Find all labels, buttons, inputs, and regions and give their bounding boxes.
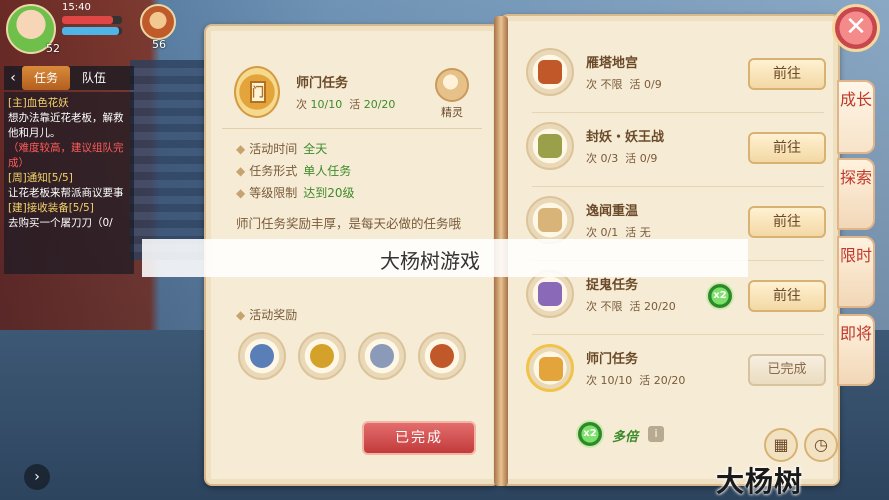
reward-item[interactable]	[238, 332, 286, 380]
treasure-bag-icon	[430, 344, 454, 368]
x2-badge-icon: x2	[576, 420, 604, 448]
status-time: 15:40	[62, 2, 91, 13]
activity-meta: 次 不限 活 20/20	[586, 300, 676, 313]
spirit-icon	[435, 68, 469, 102]
multiplier-label: 多倍	[612, 430, 639, 445]
divider	[532, 112, 824, 113]
exp-orb-icon	[250, 344, 274, 368]
quest-line[interactable]: 让花老板来帮派商议要事	[8, 186, 130, 201]
selected-activity-title: 师门任务	[296, 76, 349, 91]
sect-banner-icon: 门	[234, 66, 280, 118]
side-tab-explore[interactable]: 探索	[837, 158, 875, 230]
activity-icon-frame	[526, 196, 574, 244]
selected-activity-meta: 次 10/10 活 20/20	[296, 98, 396, 111]
activity-row[interactable]: 封妖・妖王战次 0/3 活 0/9 前往	[522, 116, 834, 182]
mp-bar	[62, 27, 122, 35]
activity-meta: 次 10/10 活 20/20	[586, 374, 686, 387]
alarm-clock-icon[interactable]: ◷	[804, 428, 838, 462]
activity-icon-frame	[526, 344, 574, 392]
treasure-bag-icon	[538, 60, 562, 84]
activity-meta: 次 0/1 活 无	[586, 226, 651, 239]
silver-coin-icon	[370, 344, 394, 368]
watermark-banner: 大杨树游戏	[142, 239, 748, 277]
scroll-icon	[538, 208, 562, 232]
reward-item[interactable]	[358, 332, 406, 380]
tab-quests[interactable]: 任务	[22, 66, 71, 90]
activity-icon-frame	[526, 270, 574, 318]
reward-section-title: ◆ 活动奖励	[236, 308, 298, 322]
activity-meta: 次 0/3 活 0/9	[586, 152, 658, 165]
activity-icon-frame	[526, 122, 574, 170]
x2-badge-icon: x2	[706, 282, 734, 310]
pet-avatar[interactable]	[140, 4, 176, 40]
reward-item[interactable]	[298, 332, 346, 380]
activity-name: 雁塔地宫	[586, 56, 639, 71]
go-button[interactable]: 前往	[748, 132, 826, 164]
divider	[532, 186, 824, 187]
info-icon[interactable]: i	[648, 426, 664, 442]
go-button[interactable]: 前往	[748, 280, 826, 312]
info-row-level: ◆ 等级限制 达到20级	[236, 186, 355, 200]
pet-level: 56	[152, 38, 166, 51]
quest-line[interactable]: [建]接收装备[5/5]	[8, 201, 130, 216]
quest-tracker-list[interactable]: [主]血色花妖 想办法靠近花老板，解救他和月儿。 （难度较高，建议组队完成） [周]通…	[4, 92, 134, 274]
chevron-left-icon[interactable]: ‹	[4, 70, 22, 86]
quest-line[interactable]: [周]通知[5/5]	[8, 171, 130, 186]
reward-item[interactable]	[418, 332, 466, 380]
watermark-corner: 大杨树	[716, 465, 804, 498]
quest-line[interactable]: 去购买一个屠刀刀（0/	[8, 216, 130, 231]
completed-button[interactable]: 已完成	[362, 421, 476, 455]
go-button[interactable]: 前往	[748, 58, 826, 90]
quest-line[interactable]: 想办法靠近花老板，解救他和月儿。	[8, 111, 130, 141]
activity-row[interactable]: 师门任务次 10/10 活 20/20 已完成	[522, 338, 834, 404]
info-row-format: ◆ 任务形式 单人任务	[236, 164, 352, 178]
activity-name: 师门任务	[586, 352, 639, 367]
info-row-time: ◆ 活动时间 全天	[236, 142, 328, 156]
watermark-text: 大杨树游戏	[380, 249, 480, 273]
side-tab-upcoming[interactable]: 即将	[837, 314, 875, 386]
gold-coin-icon	[310, 344, 334, 368]
side-tab-limited[interactable]: 限时	[837, 236, 875, 308]
activity-meta: 次 不限 活 0/9	[586, 78, 662, 91]
spirit-button[interactable]: 精灵	[432, 68, 472, 120]
tab-team[interactable]: 队伍	[70, 66, 118, 90]
divider	[222, 128, 482, 129]
quest-line[interactable]: （难度较高，建议组队完成）	[8, 141, 130, 171]
divider	[532, 334, 824, 335]
sect-banner-icon	[539, 357, 563, 381]
activity-description: 师门任务奖励丰厚，是每天必做的任务哦	[236, 216, 462, 231]
activity-icon-frame	[526, 48, 574, 96]
activity-name: 封妖・妖王战	[586, 130, 665, 145]
close-icon[interactable]: ✕	[832, 4, 880, 52]
activity-name: 逸闻重温	[586, 204, 639, 219]
chevron-right-icon[interactable]: ›	[24, 464, 50, 490]
spirit-label: 精灵	[441, 106, 463, 119]
quest-line[interactable]: [主]血色花妖	[8, 96, 130, 111]
hp-bar	[62, 16, 122, 24]
calendar-icon[interactable]: ▦	[764, 428, 798, 462]
sword-icon	[538, 134, 562, 158]
player-level: 52	[46, 42, 60, 55]
go-button[interactable]: 前往	[748, 206, 826, 238]
activity-row[interactable]: 雁塔地宫次 不限 活 0/9 前往	[522, 42, 834, 108]
quest-tracker-tabs: ‹ 任务 队伍	[4, 66, 134, 90]
completed-button[interactable]: 已完成	[748, 354, 826, 386]
side-tab-growth[interactable]: 成长	[837, 80, 875, 154]
ghost-talisman-icon	[538, 282, 562, 306]
